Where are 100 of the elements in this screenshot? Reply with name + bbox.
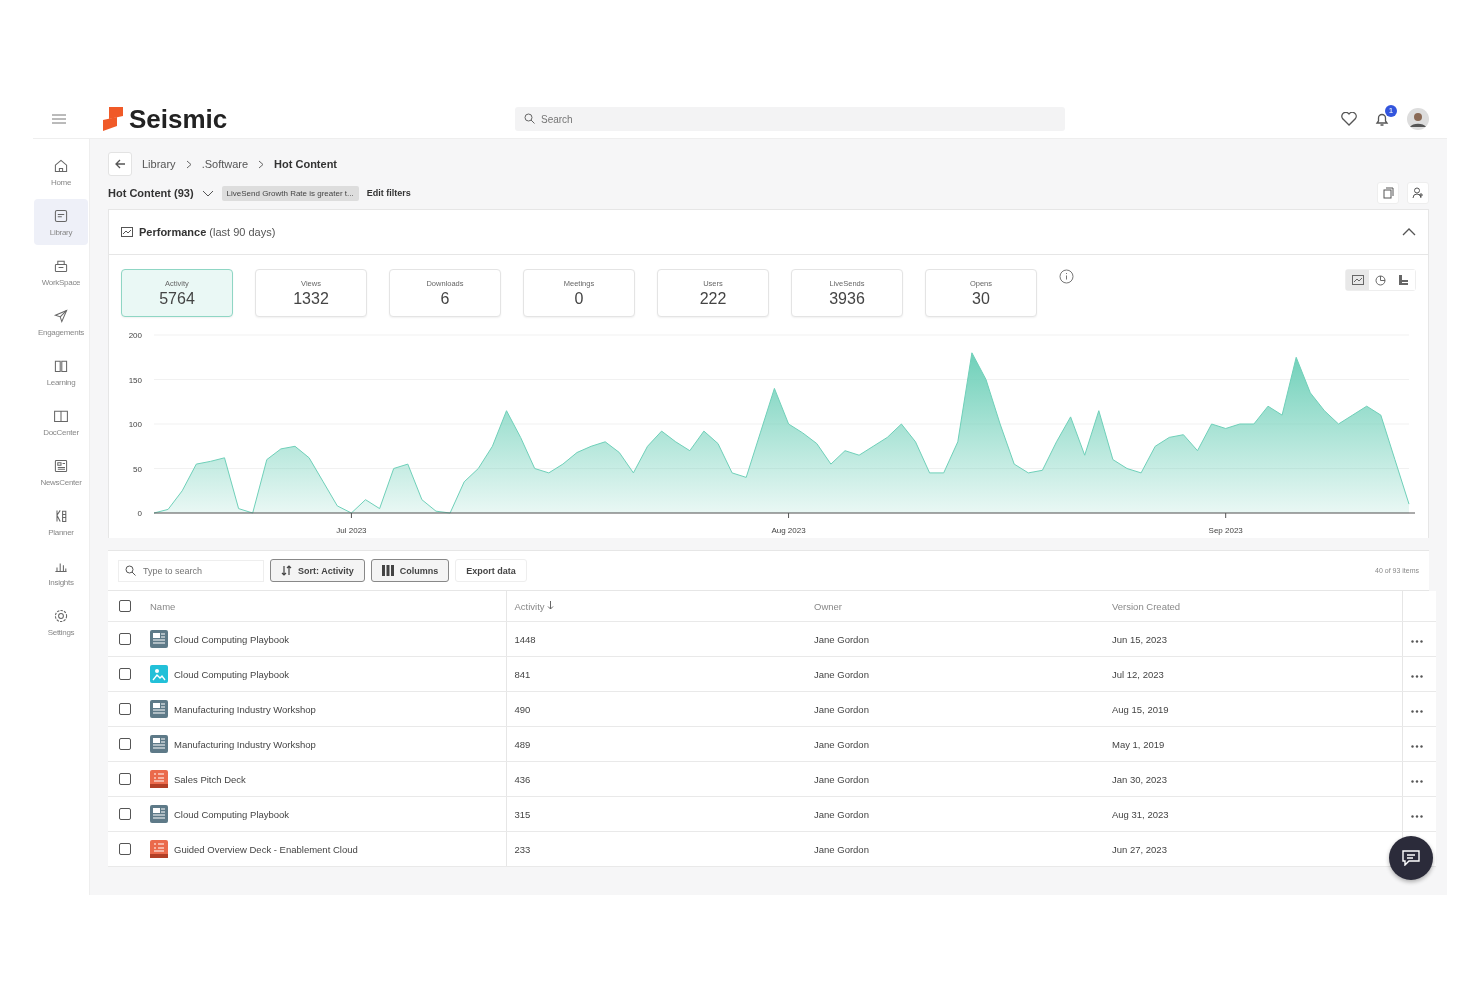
table-cell: 436 [506, 761, 806, 797]
row-checkbox[interactable] [119, 773, 131, 785]
y-tick-label: 50 [133, 464, 142, 474]
sidebar-item[interactable]: Planner [34, 499, 88, 545]
y-tick-label: 0 [137, 509, 142, 518]
content-name-link[interactable]: Manufacturing Industry Workshop [174, 703, 316, 715]
chevron-icon [185, 159, 192, 169]
column-header[interactable]: Owner [806, 591, 1104, 622]
sidebar-item[interactable]: NewsCenter [34, 449, 88, 495]
row-checkbox[interactable] [119, 668, 131, 680]
row-checkbox[interactable] [119, 808, 131, 820]
breadcrumb-link[interactable]: .Software [201, 158, 249, 170]
presentation-icon [150, 770, 168, 788]
content-name-link[interactable]: Guided Overview Deck - Enablement Cloud [174, 843, 358, 855]
more-options-icon[interactable] [1410, 674, 1423, 678]
info-icon[interactable] [1059, 269, 1074, 284]
search-icon [125, 564, 136, 576]
sidebar-item[interactable]: Learning [34, 349, 88, 395]
y-tick-label: 150 [128, 375, 142, 385]
column-header[interactable]: Name [142, 591, 506, 622]
copy-icon [1382, 187, 1394, 199]
logo-text: Seismic [129, 103, 228, 135]
chevron-down-icon[interactable] [201, 189, 214, 197]
more-options-icon[interactable] [1410, 744, 1423, 748]
x-tick [788, 512, 790, 519]
row-checkbox[interactable] [119, 703, 131, 715]
more-options-icon[interactable] [1410, 779, 1423, 783]
chevron-icon [258, 159, 265, 169]
sort-icon [281, 565, 292, 576]
home-icon [53, 157, 69, 174]
planner-icon [53, 507, 69, 524]
settings-icon [53, 607, 69, 624]
table-cell: Jane Gordon [806, 656, 1104, 692]
view-title: Hot Content (93) [108, 187, 194, 199]
back-arrow-icon [114, 159, 126, 169]
table-cell: Jane Gordon [806, 796, 1104, 832]
row-checkbox[interactable] [119, 738, 131, 750]
more-options-icon[interactable] [1410, 814, 1423, 818]
content-name-link[interactable]: Cloud Computing Playbook [174, 808, 290, 820]
search-field[interactable]: Search [515, 107, 1065, 131]
table-cell: Aug 31, 2023 [1104, 796, 1402, 832]
breadcrumb-link[interactable]: Library [142, 158, 176, 170]
back-button[interactable] [108, 152, 132, 176]
breadcrumb-link[interactable]: Hot Content [274, 158, 338, 170]
logo-icon [103, 107, 123, 131]
select-all-checkbox[interactable] [119, 600, 131, 612]
image-icon [150, 665, 168, 683]
columns-button[interactable]: Columns [370, 559, 450, 582]
row-checkbox[interactable] [119, 633, 131, 645]
notification-badge: 1 [1385, 104, 1397, 117]
add-person-icon [1412, 187, 1424, 199]
chat-icon [1402, 850, 1420, 866]
x-tick-label: Aug 2023 [771, 526, 806, 535]
export-data-button[interactable]: Export data [455, 559, 527, 582]
heart-icon[interactable] [1341, 112, 1357, 126]
presentation-icon [150, 840, 168, 858]
table-cell: Jane Gordon [806, 691, 1104, 727]
share-button[interactable] [1407, 182, 1429, 204]
sort-down-icon [547, 600, 555, 610]
collapse-icon[interactable] [1402, 228, 1416, 236]
more-options-icon[interactable] [1410, 709, 1423, 713]
more-options-icon[interactable] [1410, 639, 1423, 643]
panel-title: Performance (last 90 days) [139, 226, 276, 238]
document-icon [150, 735, 168, 753]
send-icon [53, 307, 69, 324]
sidebar-item[interactable]: DocCenter [34, 399, 88, 445]
table-cell: Jane Gordon [806, 726, 1104, 762]
table-cell: 315 [506, 796, 806, 832]
area-chart-icon [121, 227, 133, 237]
search-icon [524, 113, 535, 124]
content-name-link[interactable]: Sales Pitch Deck [174, 773, 246, 785]
sidebar-item[interactable]: Home [34, 149, 88, 195]
sidebar-item[interactable]: Insights [34, 549, 88, 595]
content-name-link[interactable]: Cloud Computing Playbook [174, 668, 290, 680]
document-icon [150, 630, 168, 648]
news-icon [53, 457, 69, 474]
table-cell: Jul 12, 2023 [1104, 656, 1402, 692]
content-name-link[interactable]: Manufacturing Industry Workshop [174, 738, 316, 750]
y-tick-label: 100 [128, 420, 142, 429]
chart-view-toggle[interactable] [1346, 270, 1369, 290]
content-name-link[interactable]: Cloud Computing Playbook [174, 633, 290, 645]
avatar-icon[interactable] [1407, 108, 1429, 130]
column-header[interactable]: Version Created [1104, 591, 1402, 622]
x-tick-label: Jul 2023 [336, 526, 367, 535]
sort-button[interactable]: Sort: Activity [270, 559, 365, 582]
row-checkbox[interactable] [119, 843, 131, 855]
x-tick-label: Sep 2023 [1208, 526, 1243, 535]
edit-filters-button[interactable]: Edit filters [366, 188, 411, 198]
column-header[interactable]: Activity [514, 600, 545, 612]
table-cell: Jane Gordon [806, 831, 1104, 867]
filter-chip[interactable]: LiveSend Growth Rate is greater t... [221, 185, 359, 201]
sidebar-item[interactable]: WorkSpace [34, 249, 88, 295]
sidebar-item[interactable]: Settings [34, 599, 88, 645]
table-cell: 841 [506, 656, 806, 692]
bar-chart-icon [1398, 275, 1409, 285]
table-search-field[interactable]: Type to search [118, 559, 264, 582]
x-tick [1225, 512, 1227, 519]
pie-chart-icon [1375, 274, 1386, 286]
sidebar-item[interactable]: Engagements [34, 299, 88, 345]
bell-icon[interactable] [1375, 111, 1389, 127]
